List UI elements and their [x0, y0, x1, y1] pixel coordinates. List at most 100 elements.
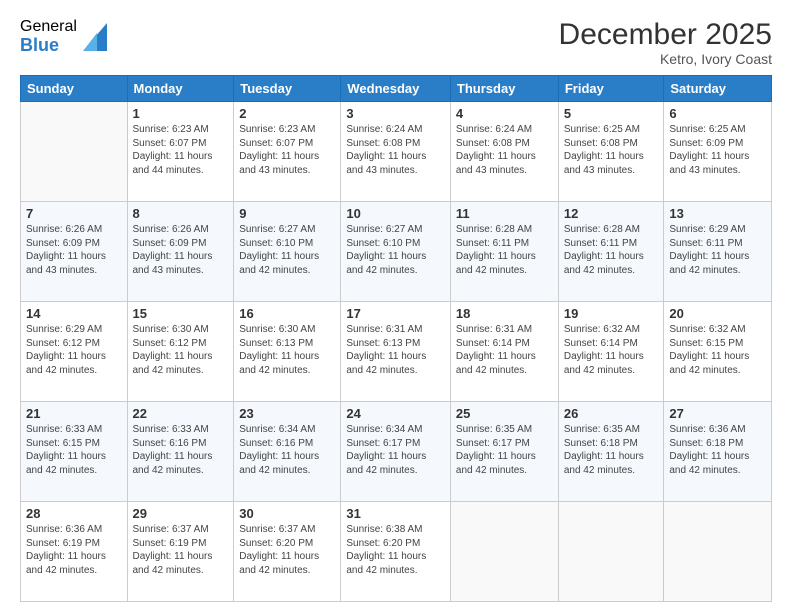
table-row: 8Sunrise: 6:26 AMSunset: 6:09 PMDaylight… [127, 202, 234, 302]
daylight-text: Daylight: 11 hours [669, 450, 766, 464]
day-info: Sunrise: 6:37 AMSunset: 6:19 PMDaylight:… [133, 523, 229, 577]
sunset-text: Sunset: 6:18 PM [564, 437, 659, 451]
day-info: Sunrise: 6:27 AMSunset: 6:10 PMDaylight:… [346, 223, 445, 277]
day-info: Sunrise: 6:34 AMSunset: 6:17 PMDaylight:… [346, 423, 445, 477]
day-info: Sunrise: 6:23 AMSunset: 6:07 PMDaylight:… [239, 123, 335, 177]
day-info: Sunrise: 6:35 AMSunset: 6:17 PMDaylight:… [456, 423, 553, 477]
day-number: 11 [456, 206, 553, 221]
day-number: 15 [133, 306, 229, 321]
daylight-text: Daylight: 11 hours [346, 150, 445, 164]
day-info: Sunrise: 6:24 AMSunset: 6:08 PMDaylight:… [456, 123, 553, 177]
sunrise-text: Sunrise: 6:34 AM [346, 423, 445, 437]
daylight-text-cont: and 42 minutes. [346, 364, 445, 378]
daylight-text-cont: and 42 minutes. [239, 564, 335, 578]
day-info: Sunrise: 6:31 AMSunset: 6:13 PMDaylight:… [346, 323, 445, 377]
daylight-text-cont: and 43 minutes. [239, 164, 335, 178]
table-row: 1Sunrise: 6:23 AMSunset: 6:07 PMDaylight… [127, 102, 234, 202]
sunrise-text: Sunrise: 6:33 AM [26, 423, 122, 437]
day-info: Sunrise: 6:32 AMSunset: 6:14 PMDaylight:… [564, 323, 659, 377]
table-row: 7Sunrise: 6:26 AMSunset: 6:09 PMDaylight… [21, 202, 128, 302]
title-block: December 2025 Ketro, Ivory Coast [559, 18, 772, 67]
day-number: 22 [133, 406, 229, 421]
sunset-text: Sunset: 6:09 PM [669, 137, 766, 151]
col-sunday: Sunday [21, 76, 128, 102]
daylight-text-cont: and 43 minutes. [456, 164, 553, 178]
daylight-text: Daylight: 11 hours [456, 350, 553, 364]
calendar-table: Sunday Monday Tuesday Wednesday Thursday… [20, 75, 772, 602]
daylight-text: Daylight: 11 hours [564, 450, 659, 464]
logo-blue: Blue [20, 36, 77, 56]
sunset-text: Sunset: 6:10 PM [239, 237, 335, 251]
sunset-text: Sunset: 6:18 PM [669, 437, 766, 451]
sunrise-text: Sunrise: 6:23 AM [133, 123, 229, 137]
sunset-text: Sunset: 6:11 PM [669, 237, 766, 251]
table-row: 26Sunrise: 6:35 AMSunset: 6:18 PMDayligh… [558, 402, 664, 502]
table-row: 4Sunrise: 6:24 AMSunset: 6:08 PMDaylight… [450, 102, 558, 202]
sunrise-text: Sunrise: 6:24 AM [346, 123, 445, 137]
day-number: 14 [26, 306, 122, 321]
logo-general: General [20, 18, 77, 36]
sunrise-text: Sunrise: 6:25 AM [669, 123, 766, 137]
header: General Blue December 2025 Ketro, Ivory … [20, 18, 772, 67]
daylight-text-cont: and 42 minutes. [669, 264, 766, 278]
day-info: Sunrise: 6:34 AMSunset: 6:16 PMDaylight:… [239, 423, 335, 477]
sunrise-text: Sunrise: 6:38 AM [346, 523, 445, 537]
table-row: 21Sunrise: 6:33 AMSunset: 6:15 PMDayligh… [21, 402, 128, 502]
sunset-text: Sunset: 6:11 PM [456, 237, 553, 251]
col-wednesday: Wednesday [341, 76, 451, 102]
table-row: 15Sunrise: 6:30 AMSunset: 6:12 PMDayligh… [127, 302, 234, 402]
daylight-text: Daylight: 11 hours [346, 350, 445, 364]
sunset-text: Sunset: 6:17 PM [456, 437, 553, 451]
table-row: 31 Sunrise: 6:38 AMSunset: 6:20 PMDayligh… [341, 502, 451, 602]
day-info: Sunrise: 6:38 AMSunset: 6:20 PMDaylight:… [346, 523, 445, 577]
day-info: Sunrise: 6:29 AMSunset: 6:12 PMDaylight:… [26, 323, 122, 377]
day-number: 16 [239, 306, 335, 321]
day-number: 23 [239, 406, 335, 421]
sunset-text: Sunset: 6:11 PM [564, 237, 659, 251]
col-thursday: Thursday [450, 76, 558, 102]
sunset-text: Sunset: 6:07 PM [239, 137, 335, 151]
table-row: 14 Sunrise: 6:29 AMSunset: 6:12 PMDayligh… [21, 302, 128, 402]
sunset-text: Sunset: 6:16 PM [239, 437, 335, 451]
sunrise-text: Sunrise: 6:36 AM [26, 523, 122, 537]
table-row: 18Sunrise: 6:31 AMSunset: 6:14 PMDayligh… [450, 302, 558, 402]
table-row: 17 Sunrise: 6:31 AMSunset: 6:13 PMDayligh… [341, 302, 451, 402]
table-row: 11Sunrise: 6:28 AMSunset: 6:11 PMDayligh… [450, 202, 558, 302]
sunset-text: Sunset: 6:15 PM [26, 437, 122, 451]
day-info: Sunrise: 6:23 AMSunset: 6:07 PMDaylight:… [133, 123, 229, 177]
daylight-text-cont: and 42 minutes. [133, 464, 229, 478]
day-number: 18 [456, 306, 553, 321]
sunset-text: Sunset: 6:13 PM [239, 337, 335, 351]
subtitle: Ketro, Ivory Coast [559, 51, 772, 67]
table-row: 29Sunrise: 6:37 AMSunset: 6:19 PMDayligh… [127, 502, 234, 602]
daylight-text: Daylight: 11 hours [564, 150, 659, 164]
day-info: Sunrise: 6:37 AMSunset: 6:20 PMDaylight:… [239, 523, 335, 577]
daylight-text: Daylight: 11 hours [346, 250, 445, 264]
day-number: 25 [456, 406, 553, 421]
day-number: 31 [346, 506, 445, 521]
table-row: 19Sunrise: 6:32 AMSunset: 6:14 PMDayligh… [558, 302, 664, 402]
day-number: 17 [346, 306, 445, 321]
table-row: 25 Sunrise: 6:35 AMSunset: 6:17 PMDayligh… [450, 402, 558, 502]
sunrise-text: Sunrise: 6:32 AM [669, 323, 766, 337]
sunrise-text: Sunrise: 6:26 AM [26, 223, 122, 237]
sunrise-text: Sunrise: 6:26 AM [133, 223, 229, 237]
table-row: 16 Sunrise: 6:30 AMSunset: 6:13 PMDayligh… [234, 302, 341, 402]
calendar-week-row: 21Sunrise: 6:33 AMSunset: 6:15 PMDayligh… [21, 402, 772, 502]
sunrise-text: Sunrise: 6:25 AM [564, 123, 659, 137]
table-row: 3Sunrise: 6:24 AMSunset: 6:08 PMDaylight… [341, 102, 451, 202]
day-info: Sunrise: 6:30 AMSunset: 6:13 PMDaylight:… [239, 323, 335, 377]
day-info: Sunrise: 6:25 AMSunset: 6:08 PMDaylight:… [564, 123, 659, 177]
col-friday: Friday [558, 76, 664, 102]
table-row: 12Sunrise: 6:28 AMSunset: 6:11 PMDayligh… [558, 202, 664, 302]
sunrise-text: Sunrise: 6:27 AM [239, 223, 335, 237]
day-info: Sunrise: 6:24 AMSunset: 6:08 PMDaylight:… [346, 123, 445, 177]
calendar-week-row: 7Sunrise: 6:26 AMSunset: 6:09 PMDaylight… [21, 202, 772, 302]
daylight-text: Daylight: 11 hours [456, 250, 553, 264]
daylight-text-cont: and 42 minutes. [669, 464, 766, 478]
daylight-text-cont: and 42 minutes. [26, 364, 122, 378]
daylight-text: Daylight: 11 hours [346, 450, 445, 464]
table-row [21, 102, 128, 202]
daylight-text-cont: and 42 minutes. [239, 464, 335, 478]
daylight-text: Daylight: 11 hours [239, 450, 335, 464]
